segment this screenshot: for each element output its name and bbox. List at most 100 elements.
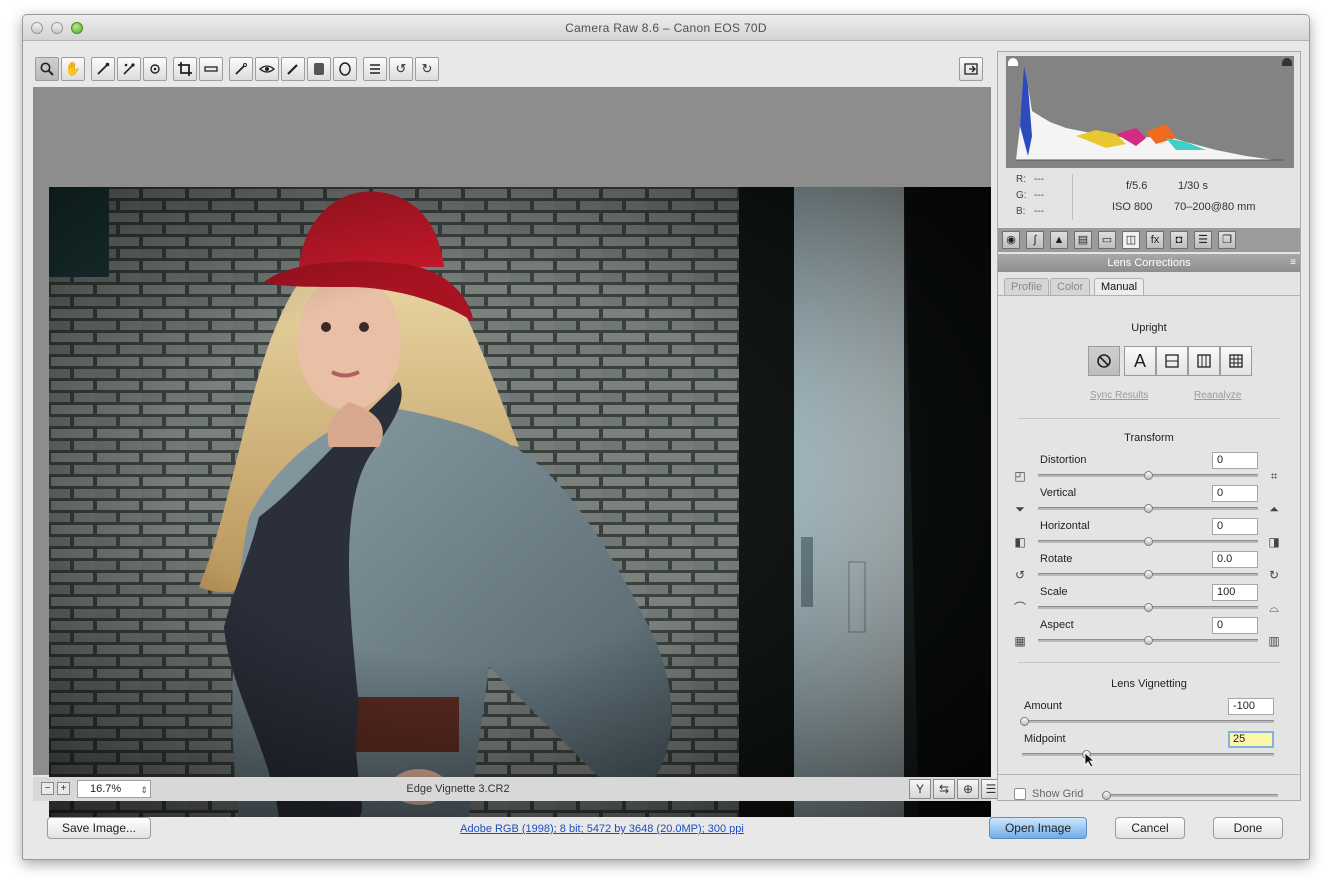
section-header: Lens Corrections ≡ [998,254,1300,272]
horizontal-label: Horizontal [1040,520,1090,532]
horizontal-left-icon: ◧ [1014,535,1026,549]
camera-calibration-tab-icon[interactable]: ◘ [1170,231,1188,249]
red-eye-tool-icon[interactable] [255,57,279,81]
graduated-filter-icon[interactable] [307,57,331,81]
grid-size-slider[interactable] [1102,794,1278,797]
scale-field[interactable]: 100 [1212,584,1258,601]
lens-corrections-tab-icon[interactable]: ◫ [1122,231,1140,249]
zoom-tool-icon[interactable] [35,57,59,81]
color-sampler-tool-icon[interactable] [117,57,141,81]
adjustment-brush-icon[interactable] [281,57,305,81]
white-balance-tool-icon[interactable] [91,57,115,81]
distortion-slider-thumb[interactable] [1144,471,1153,480]
upright-vertical-button[interactable] [1188,346,1220,376]
rotate-cw-icon[interactable]: ↻ [415,57,439,81]
save-image-button[interactable]: Save Image... [47,817,151,839]
grid-size-slider-thumb[interactable] [1102,791,1111,800]
tab-color[interactable]: Color [1050,278,1091,296]
horizontal-field[interactable]: 0 [1212,518,1258,535]
fullscreen-toggle-icon[interactable] [959,57,983,81]
vertical-slider-thumb[interactable] [1144,504,1153,513]
swap-settings-icon[interactable]: ⇆ [933,779,955,799]
spot-removal-tool-icon[interactable] [229,57,253,81]
before-after-toggle-icon[interactable]: Y [909,779,931,799]
upright-auto-label: A [1133,350,1146,371]
detail-tab-icon[interactable]: ▲ [1050,231,1068,249]
upright-off-button[interactable] [1088,346,1120,376]
distortion-field[interactable]: 0 [1212,452,1258,469]
hand-tool-icon[interactable]: ✋ [61,57,85,81]
shadow-clipping-icon[interactable] [1008,58,1018,66]
basic-tab-icon[interactable]: ◉ [1002,231,1020,249]
preferences-icon[interactable] [363,57,387,81]
divider [998,774,1300,775]
upright-title: Upright [1131,322,1167,334]
full-icon [1229,354,1243,368]
midpoint-field[interactable]: 25 [1228,731,1274,748]
targeted-adjustment-tool-icon[interactable] [143,57,167,81]
rotate-slider-thumb[interactable] [1144,570,1153,579]
amount-slider-thumb[interactable] [1020,717,1029,726]
zoom-out-button[interactable]: − [41,782,54,795]
aperture-value: f/5.6 [1126,180,1148,192]
photo-preview[interactable] [49,187,991,817]
done-button[interactable]: Done [1213,817,1283,839]
rotate-label: Rotate [1040,553,1073,565]
crop-tool-icon[interactable] [173,57,197,81]
vertical-field[interactable]: 0 [1212,485,1258,502]
radial-filter-icon[interactable] [333,57,357,81]
snapshots-tab-icon[interactable]: ❐ [1218,231,1236,249]
preview-area [33,87,991,817]
upright-full-button[interactable] [1220,346,1252,376]
vertical-label: Vertical [1040,487,1077,499]
presets-tab-icon[interactable]: ☰ [1194,231,1212,249]
readout-divider [1072,174,1073,220]
panel-menu-icon[interactable]: ≡ [1290,254,1296,272]
mouse-cursor-icon [1084,752,1096,768]
effects-tab-icon[interactable]: fx [1146,231,1164,249]
horizontal-slider-thumb[interactable] [1144,537,1153,546]
b-value: --- [1034,206,1044,217]
amount-slider[interactable] [1022,720,1274,723]
zoom-in-button[interactable]: + [57,782,70,795]
section-title: Lens Corrections [1107,257,1191,269]
hsl-tab-icon[interactable]: ▤ [1074,231,1092,249]
g-value: --- [1034,190,1044,201]
tone-curve-tab-icon[interactable]: ∫ [1026,231,1044,249]
aspect-field[interactable]: 0 [1212,617,1258,634]
vertical-icon [1197,354,1211,368]
reanalyze-link[interactable]: Reanalyze [1194,390,1241,401]
highlight-clipping-icon[interactable] [1282,58,1292,66]
split-toning-tab-icon[interactable]: ▭ [1098,231,1116,249]
window-title: Camera Raw 8.6 – Canon EOS 70D [565,21,767,35]
upright-auto-button[interactable]: A [1124,346,1156,376]
subtab-divider [998,295,1300,296]
rotate-field[interactable]: 0.0 [1212,551,1258,568]
panel-tab-bar: ◉ ∫ ▲ ▤ ▭ ◫ fx ◘ ☰ ❐ [998,228,1300,252]
r-value: --- [1034,174,1044,185]
aspect-tall-icon: ▥ [1268,634,1280,648]
rotate-ccw-icon[interactable]: ↺ [389,57,413,81]
midpoint-label: Midpoint [1024,733,1066,745]
scale-large-icon: ⌓ [1269,601,1279,615]
open-image-button[interactable]: Open Image [989,817,1087,839]
vertical-up-icon: ⏶ [1269,502,1279,516]
show-grid-checkbox[interactable] [1014,788,1026,800]
amount-field[interactable]: -100 [1228,698,1274,715]
workflow-options-link[interactable]: Adobe RGB (1998); 8 bit; 5472 by 3648 (2… [407,823,797,835]
upright-level-button[interactable] [1156,346,1188,376]
sync-results-link[interactable]: Sync Results [1090,390,1148,401]
aspect-slider-thumb[interactable] [1144,636,1153,645]
scale-slider-thumb[interactable] [1144,603,1153,612]
tab-manual[interactable]: Manual [1094,278,1145,296]
scale-small-icon: ⌒ [1013,601,1026,615]
camera-raw-window: Camera Raw 8.6 – Canon EOS 70D ✋ ↺ ↻ − +… [22,14,1310,860]
histogram [1006,56,1294,168]
copy-settings-icon[interactable]: ⊕ [957,779,979,799]
aspect-label: Aspect [1040,619,1074,631]
cancel-button[interactable]: Cancel [1115,817,1185,839]
zoom-level-select[interactable]: 16.7% ⇕ [77,780,151,798]
straighten-tool-icon[interactable] [199,57,223,81]
tab-profile[interactable]: Profile [1004,278,1050,296]
midpoint-slider[interactable] [1022,753,1274,756]
